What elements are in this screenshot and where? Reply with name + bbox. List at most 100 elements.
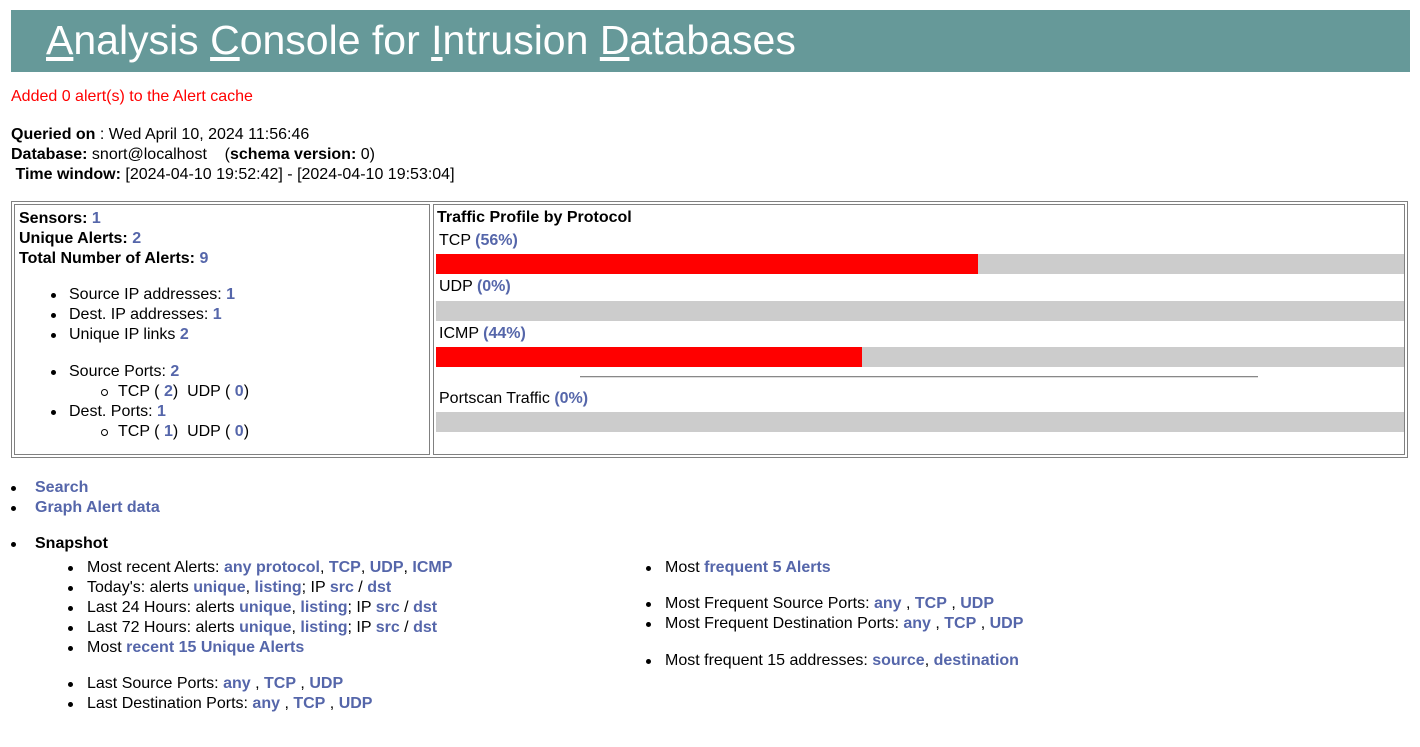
- list-item: Last Source Ports: any , TCP , UDP: [68, 674, 372, 694]
- database-line: Database: snort@localhost (schema versio…: [11, 146, 375, 163]
- title-initial-a: A: [46, 17, 74, 63]
- title-initial-d: D: [599, 17, 630, 63]
- main-nav: Search Graph Alert data: [0, 478, 160, 518]
- freq-dst-tcp-link[interactable]: TCP: [944, 615, 976, 632]
- freq-src-udp-link[interactable]: UDP: [960, 595, 994, 612]
- icmp-pct-link[interactable]: (44%): [483, 325, 526, 342]
- last-dst-ports-udp-link[interactable]: UDP: [339, 695, 373, 712]
- dst-tcp-link[interactable]: 1: [164, 423, 173, 440]
- snapshot-right-list-2: Most Frequent Source Ports: any , TCP , …: [646, 594, 1024, 634]
- today-src-link[interactable]: src: [330, 579, 354, 596]
- recent-tcp-link[interactable]: TCP: [329, 559, 361, 576]
- last-dst-ports-any-link[interactable]: any: [252, 695, 280, 712]
- last24-dst-link[interactable]: dst: [413, 599, 437, 616]
- src-udp-link[interactable]: 0: [235, 383, 244, 400]
- portscan-label: Portscan Traffic (0%): [439, 390, 589, 407]
- summary-cell: Sensors: 1 Unique Alerts: 2 Total Number…: [14, 204, 430, 455]
- today-listing-link[interactable]: listing: [255, 579, 302, 596]
- last72-unique-link[interactable]: unique: [239, 619, 291, 636]
- icmp-label: ICMP (44%): [439, 325, 526, 342]
- src-ports-link[interactable]: 2: [170, 363, 179, 380]
- snapshot-left-ports-list: Last Source Ports: any , TCP , UDP Last …: [68, 674, 373, 714]
- freq-src-any-link[interactable]: any: [874, 595, 902, 612]
- last-src-ports-tcp-link[interactable]: TCP: [264, 675, 296, 692]
- snapshot-left-list: Most recent Alerts: any protocol, TCP, U…: [68, 558, 452, 658]
- recent-15-unique-alerts-link[interactable]: recent 15 Unique Alerts: [126, 639, 304, 656]
- last72-src-link[interactable]: src: [376, 619, 400, 636]
- today-dst-link[interactable]: dst: [367, 579, 391, 596]
- tcp-bar-track: [436, 254, 1404, 274]
- queried-on-value: : Wed April 10, 2024 11:56:46: [95, 126, 310, 143]
- freq-src-tcp-link[interactable]: TCP: [915, 595, 947, 612]
- snapshot-heading: Snapshot: [0, 534, 108, 554]
- last-src-ports-any-link[interactable]: any: [223, 675, 251, 692]
- freq15-destination-link[interactable]: destination: [934, 652, 1019, 669]
- list-item: Most Frequent Source Ports: any , TCP , …: [646, 594, 1023, 614]
- page: Analysis Console for Intrusion Databases…: [0, 0, 1420, 747]
- tcp-pct-link[interactable]: (56%): [475, 232, 518, 249]
- list-item: Most Frequent Destination Ports: any , T…: [646, 614, 1024, 634]
- list-item: Dest. Ports: 1: [15, 402, 166, 422]
- today-unique-link[interactable]: unique: [193, 579, 245, 596]
- last72-listing-link[interactable]: listing: [300, 619, 347, 636]
- src-ip-link[interactable]: 1: [226, 286, 235, 303]
- last72-dst-link[interactable]: dst: [413, 619, 437, 636]
- database-label: Database:: [11, 146, 88, 163]
- list-item: Last 24 Hours: alerts unique, listing; I…: [68, 598, 452, 618]
- udp-pct-link[interactable]: (0%): [477, 278, 511, 295]
- freq-dst-any-link[interactable]: any: [903, 615, 931, 632]
- portscan-bar-track: [436, 412, 1404, 432]
- last24-unique-link[interactable]: unique: [239, 599, 291, 616]
- sensors-link[interactable]: 1: [92, 210, 101, 227]
- last24-listing-link[interactable]: listing: [300, 599, 347, 616]
- unique-alerts-link[interactable]: 2: [132, 230, 141, 247]
- total-alerts-link[interactable]: 9: [199, 250, 208, 267]
- tcp-bar-fill: [436, 254, 979, 274]
- time-window-line: Time window: [2024-04-10 19:52:42] - [20…: [11, 165, 454, 185]
- ip-links-link[interactable]: 2: [180, 326, 189, 343]
- port-stats-list: Source Ports: 2: [15, 362, 179, 382]
- frequent-5-alerts-link[interactable]: frequent 5 Alerts: [704, 559, 831, 576]
- database-value: snort@localhost: [87, 146, 207, 163]
- dst-ports-breakdown: TCP ( 1) UDP ( 0): [15, 422, 249, 442]
- recent-any-protocol-link[interactable]: any protocol: [224, 559, 320, 576]
- cache-message: Added 0 alert(s) to the Alert cache: [11, 88, 253, 105]
- ip-stats-list: Source IP addresses: 1 Dest. IP addresse…: [15, 285, 235, 345]
- list-item: Most recent 15 Unique Alerts: [68, 638, 452, 658]
- tcp-label: TCP (56%): [439, 232, 518, 249]
- divider: [580, 376, 1258, 378]
- list-item: Last 72 Hours: alerts unique, listing; I…: [68, 618, 452, 638]
- portscan-pct-link[interactable]: (0%): [554, 390, 588, 407]
- dst-ip-link[interactable]: 1: [213, 306, 222, 323]
- src-tcp-link[interactable]: 2: [164, 383, 173, 400]
- freq15-source-link[interactable]: source: [872, 652, 924, 669]
- last-dst-ports-tcp-link[interactable]: TCP: [293, 695, 325, 712]
- total-alerts-label: Total Number of Alerts:: [19, 250, 196, 267]
- last24-src-link[interactable]: src: [376, 599, 400, 616]
- list-item: Search: [0, 478, 160, 498]
- icmp-bar-track: [436, 347, 1404, 367]
- udp-bar-track: [436, 301, 1404, 321]
- title-initial-c: C: [210, 17, 240, 63]
- recent-udp-link[interactable]: UDP: [370, 559, 404, 576]
- list-item: Source Ports: 2: [15, 362, 179, 382]
- stats-table: Sensors: 1 Unique Alerts: 2 Total Number…: [11, 201, 1408, 458]
- list-item: Most recent Alerts: any protocol, TCP, U…: [68, 558, 452, 578]
- dst-ports-link[interactable]: 1: [157, 403, 166, 420]
- last-src-ports-udp-link[interactable]: UDP: [309, 675, 343, 692]
- list-item: Most frequent 15 addresses: source, dest…: [646, 651, 1019, 671]
- list-item: Unique IP links 2: [15, 325, 235, 345]
- search-link[interactable]: Search: [35, 479, 88, 496]
- unique-alerts-label: Unique Alerts:: [19, 230, 128, 247]
- dst-port-stats-list: Dest. Ports: 1: [15, 402, 166, 422]
- schema-label: schema version:: [230, 146, 357, 163]
- title-part-4: atabases: [629, 17, 796, 63]
- snapshot-right-list-3: Most frequent 15 addresses: source, dest…: [646, 651, 1019, 671]
- recent-icmp-link[interactable]: ICMP: [412, 559, 452, 576]
- dst-udp-link[interactable]: 0: [235, 423, 244, 440]
- snapshot-right-list-1: Most frequent 5 Alerts: [646, 558, 831, 578]
- graph-alert-data-link[interactable]: Graph Alert data: [35, 499, 160, 516]
- freq-dst-udp-link[interactable]: UDP: [990, 615, 1024, 632]
- queried-on-line: Queried on : Wed April 10, 2024 11:56:46: [11, 125, 455, 145]
- icmp-bar-fill: [436, 347, 862, 367]
